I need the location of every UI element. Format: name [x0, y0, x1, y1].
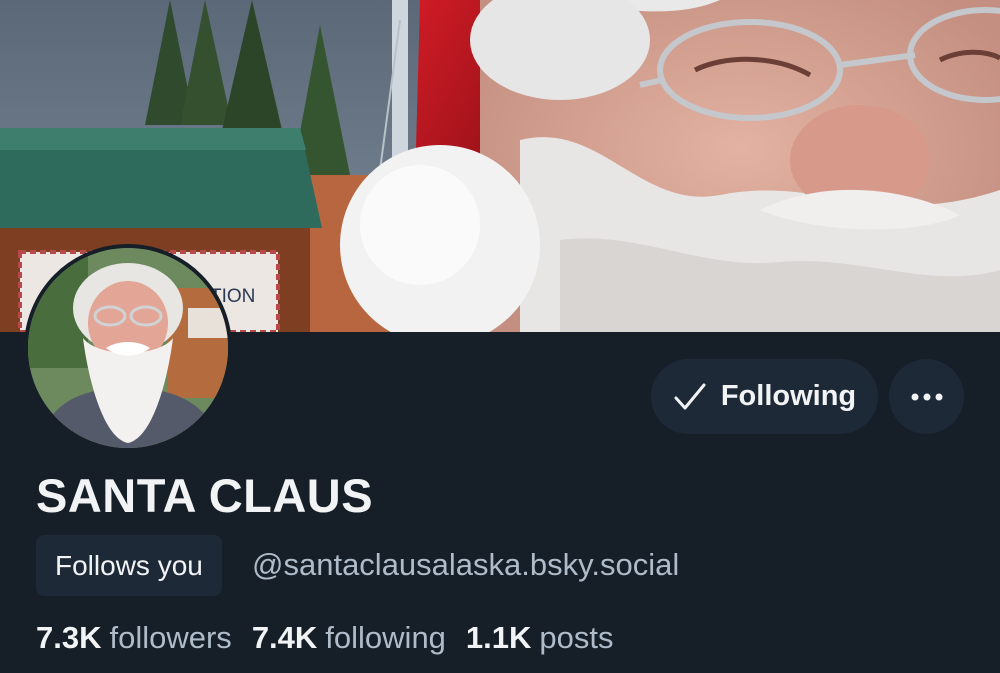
avatar-image	[28, 248, 228, 448]
followers-label: followers	[109, 620, 232, 655]
posts-stat: 1.1K posts	[466, 620, 614, 656]
following-label: following	[325, 620, 446, 655]
followers-stat[interactable]: 7.3K followers	[36, 620, 232, 656]
check-icon	[674, 383, 706, 409]
following-count: 7.4K	[251, 620, 318, 655]
posts-count: 1.1K	[465, 620, 532, 655]
more-horizontal-icon	[911, 393, 942, 400]
display-name: SANTA CLAUS	[36, 469, 374, 522]
followers-count: 7.3K	[36, 620, 102, 655]
avatar[interactable]	[24, 244, 232, 452]
follows-you-label: Follows you	[55, 549, 203, 581]
posts-label: posts	[539, 620, 614, 655]
more-options-button[interactable]	[889, 359, 964, 434]
following-button[interactable]: Following	[651, 359, 878, 434]
profile-stats: 7.3K followers 7.4K following 1.1K posts	[36, 620, 614, 656]
following-button-label: Following	[720, 380, 857, 412]
following-stat[interactable]: 7.4K following	[252, 620, 446, 656]
profile-handle: @santaclausalaska.bsky.social	[252, 547, 680, 582]
follows-you-badge: Follows you	[36, 535, 222, 596]
profile-page: TION Following SANTA CLAUS Follows you @…	[0, 0, 1000, 673]
